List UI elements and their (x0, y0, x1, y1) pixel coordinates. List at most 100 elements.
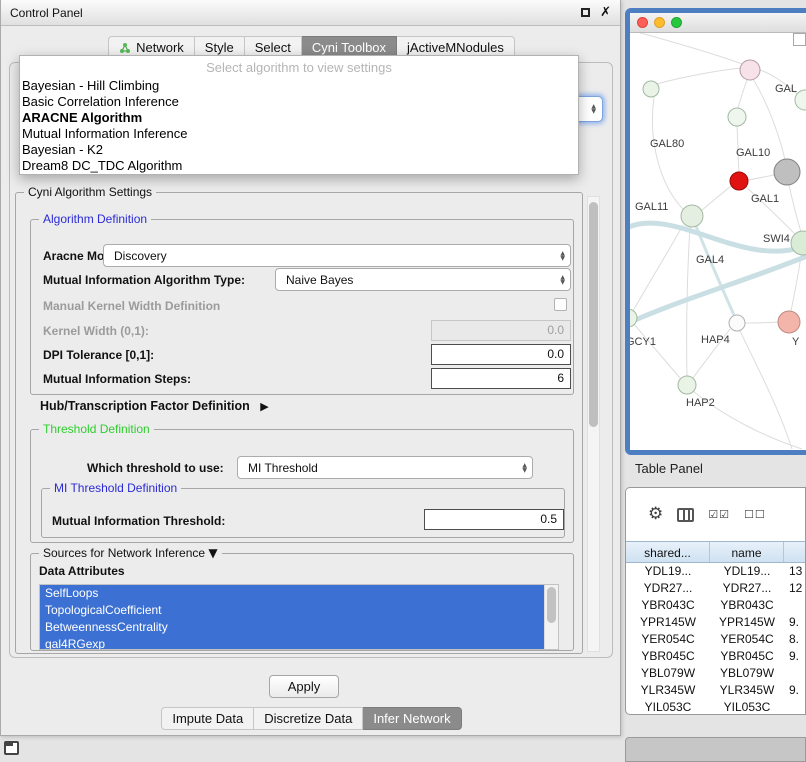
panel-scrollbar[interactable] (587, 196, 600, 652)
aracne-mode-combo[interactable]: Discovery ▲▼ (103, 244, 571, 267)
restore-icon[interactable] (581, 8, 590, 17)
table-row[interactable]: YPR145WYPR145W9. (626, 614, 805, 631)
attribute-list-scrollbar[interactable] (544, 585, 558, 649)
zoom-button[interactable] (671, 17, 682, 28)
attribute-item-gal4rgexp[interactable]: gal4RGexp (40, 636, 544, 650)
dpi-tolerance-field[interactable]: 0.0 (431, 344, 571, 365)
table-cell: YDL19... (710, 563, 784, 580)
network-node[interactable] (778, 311, 800, 333)
scrollbar-thumb[interactable] (547, 587, 556, 623)
scrollbar-thumb[interactable] (589, 202, 598, 427)
table-cell: 13 (784, 563, 805, 580)
gear-icon[interactable]: ⚙ (648, 506, 663, 523)
algorithm-dropdown: Select algorithm to view settings Bayesi… (19, 55, 579, 175)
mi-type-value: Naive Bayes (286, 273, 560, 287)
algorithm-option-basic-correlation-inference[interactable]: Basic Correlation Inference (20, 94, 578, 110)
attribute-item-betweennesscentrality[interactable]: BetweennessCentrality (40, 619, 544, 636)
tab-label: Infer Network (373, 711, 450, 726)
manual-kernel-label: Manual Kernel Width Definition (43, 298, 220, 314)
control-panel-window: Control Panel ✗ NetworkStyleSelectCyni T… (0, 0, 621, 736)
sources-title[interactable]: Sources for Network Inference ▼ (39, 546, 222, 561)
network-canvas[interactable]: GALGAL80GAL10GAL11GAL1SWI4GAL4GCY1HAP4YH… (630, 33, 806, 450)
kernel-width-field[interactable]: 0.0 (431, 320, 571, 341)
table-cell: YER054C (626, 631, 710, 648)
network-node[interactable] (728, 108, 746, 126)
network-edge (738, 80, 747, 108)
attribute-item-topologicalcoefficient[interactable]: TopologicalCoefficient (40, 602, 544, 619)
which-threshold-label: Which threshold to use: (87, 460, 224, 476)
minimize-button[interactable] (654, 17, 665, 28)
minimized-window-icon[interactable] (4, 741, 19, 755)
table-cell: YIL053C (626, 699, 710, 715)
table-row[interactable]: YIL053CYIL053C (626, 699, 805, 715)
table-cell: YLR345W (626, 682, 710, 699)
threshold-definition-group: Threshold Definition Which threshold to … (30, 429, 574, 543)
network-node[interactable] (681, 205, 703, 227)
table-panel-window: ⚙ ☑☑ ☐☐ shared... name YDL19...YDL19...1… (625, 487, 806, 715)
table-row[interactable]: YBR043CYBR043C (626, 597, 805, 614)
collapse-down-icon[interactable]: ▼ (208, 546, 217, 560)
table-cell: YIL053C (710, 699, 784, 715)
algorithm-option-mutual-information-inference[interactable]: Mutual Information Inference (20, 126, 578, 142)
network-node-label-gal1: GAL1 (751, 193, 779, 205)
algorithm-option-aracne-algorithm[interactable]: ARACNE Algorithm (20, 110, 578, 126)
network-node-label-gcy1: GCY1 (630, 336, 656, 348)
network-edge (630, 33, 742, 64)
column-header-extra[interactable] (784, 542, 805, 562)
algorithm-option-dream8-dc-tdc-algorithm[interactable]: Dream8 DC_TDC Algorithm (20, 158, 578, 174)
mi-threshold-label: Mutual Information Threshold: (52, 513, 225, 529)
column-header-shared-name[interactable]: shared... (626, 542, 710, 562)
network-node[interactable] (678, 376, 696, 394)
network-node-label-swi4: SWI4 (763, 233, 790, 245)
expand-right-icon[interactable]: ▶ (260, 400, 268, 413)
mi-threshold-field[interactable]: 0.5 (424, 509, 564, 530)
tab-label: Impute Data (172, 711, 243, 726)
tab-discretize-data[interactable]: Discretize Data (254, 707, 363, 730)
network-node-label-gal80: GAL80 (650, 138, 684, 150)
table-row[interactable]: YBR045CYBR045C9. (626, 648, 805, 665)
algorithm-option-bayesian-hill-climbing[interactable]: Bayesian - Hill Climbing (20, 78, 578, 94)
network-node-label-y: Y (792, 336, 800, 348)
network-node-label-gal10: GAL10 (736, 147, 770, 159)
table-cell: 9. (784, 648, 805, 665)
manual-kernel-checkbox[interactable] (554, 298, 567, 311)
table-cell: YBR043C (710, 597, 784, 614)
table-row[interactable]: YLR345WYLR345W9. (626, 682, 805, 699)
show-columns-icon[interactable] (677, 508, 694, 522)
tab-impute-data[interactable]: Impute Data (161, 707, 254, 730)
table-row[interactable]: YDL19...YDL19...13 (626, 563, 805, 580)
network-node[interactable] (729, 315, 745, 331)
algorithm-option-bayesian-k2[interactable]: Bayesian - K2 (20, 142, 578, 158)
table-cell: YPR145W (626, 614, 710, 631)
close-icon[interactable]: ✗ (600, 8, 611, 18)
table-row[interactable]: YDR27...YDR27...12 (626, 580, 805, 597)
apply-button[interactable]: Apply (269, 675, 339, 698)
aracne-mode-value: Discovery (114, 249, 560, 263)
tab-label: Discretize Data (264, 711, 352, 726)
mi-type-combo[interactable]: Naive Bayes ▲▼ (275, 268, 571, 291)
network-node[interactable] (730, 172, 748, 190)
close-button[interactable] (637, 17, 648, 28)
which-threshold-combo[interactable]: MI Threshold ▲▼ (237, 456, 533, 479)
select-all-icon[interactable]: ☑☑ (708, 508, 730, 521)
mi-steps-label: Mutual Information Steps: (43, 371, 191, 387)
table-row[interactable]: YER054CYER054C8. (626, 631, 805, 648)
mi-steps-field[interactable]: 6 (431, 368, 571, 389)
attribute-item-selfloops[interactable]: SelfLoops (40, 585, 544, 602)
table-row[interactable]: YBL079WYBL079W (626, 665, 805, 682)
network-titlebar[interactable] (630, 13, 806, 33)
table-cell: YBR043C (626, 597, 710, 614)
birdseye-button[interactable] (793, 33, 806, 46)
column-header-name[interactable]: name (710, 542, 784, 562)
tab-infer-network[interactable]: Infer Network (363, 707, 461, 730)
hub-definition-toggle[interactable]: Hub/Transcription Factor Definition ▶ (40, 399, 269, 413)
network-node[interactable] (643, 81, 659, 97)
network-node[interactable] (740, 60, 760, 80)
network-node[interactable] (774, 159, 800, 185)
network-edge (745, 322, 778, 323)
control-panel-titlebar[interactable]: Control Panel ✗ (1, 0, 620, 26)
network-node[interactable] (630, 309, 637, 327)
deselect-all-icon[interactable]: ☐☐ (744, 508, 766, 521)
attribute-list[interactable]: SelfLoopsTopologicalCoefficientBetweenne… (39, 584, 559, 650)
table-cell: 9. (784, 682, 805, 699)
